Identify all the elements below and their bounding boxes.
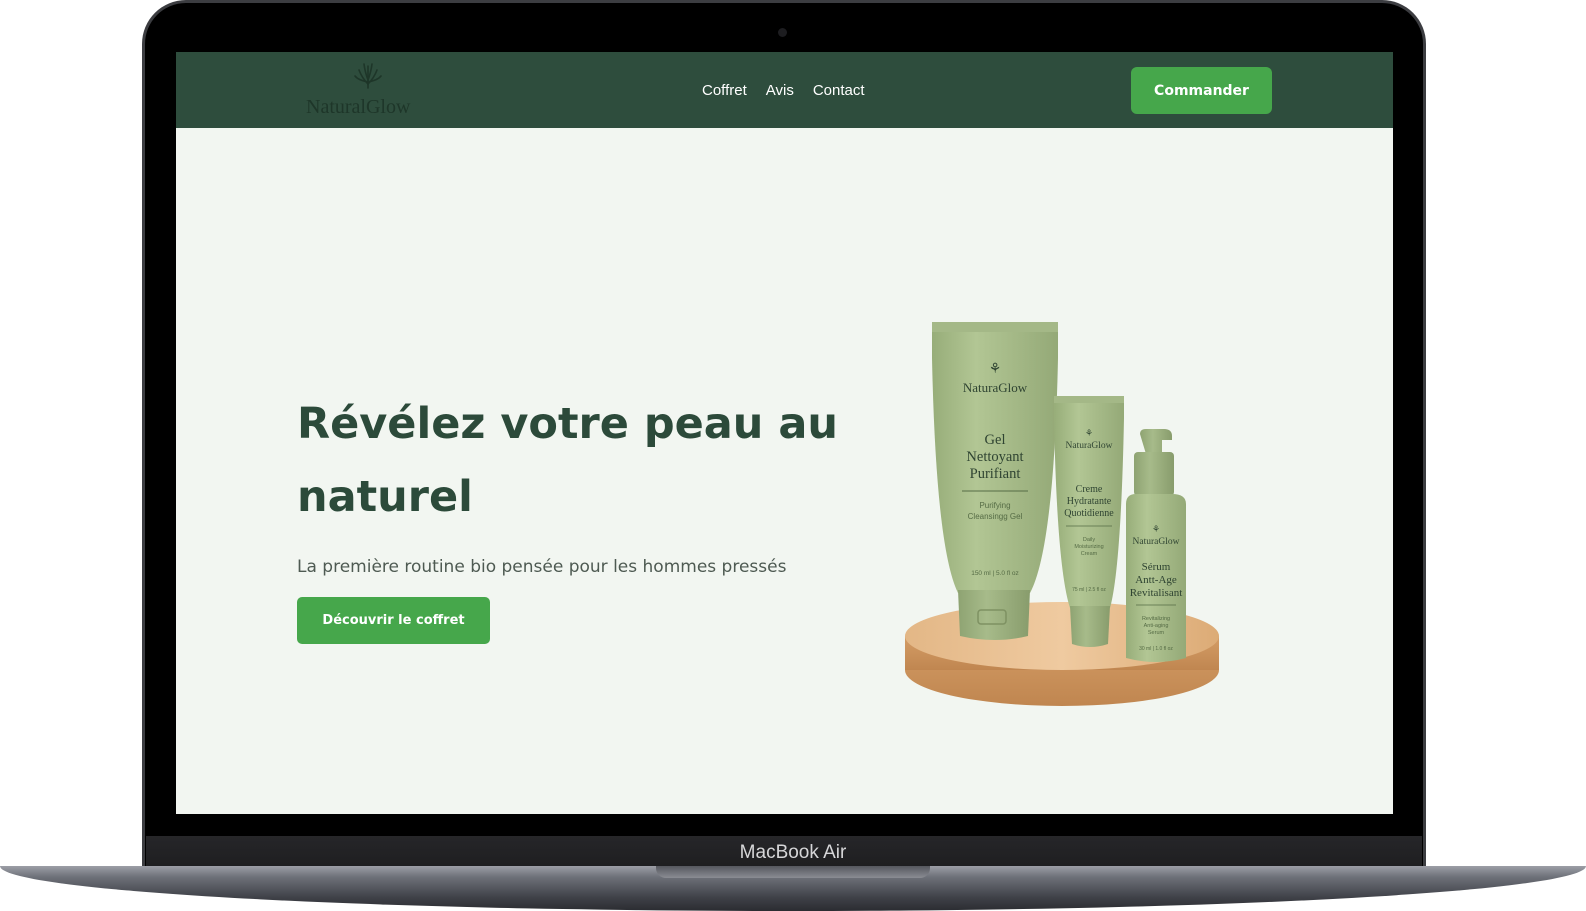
product-set-image: ⚘ NaturaGlow Gel Nettoyant Purifiant Pur… [905,322,1219,706]
nav-link-contact[interactable]: Contact [813,82,865,104]
svg-text:Revitalisant: Revitalisant [1130,587,1183,599]
svg-text:Sérum: Sérum [1142,561,1171,573]
svg-text:150 ml | 5.0 fl oz: 150 ml | 5.0 fl oz [971,570,1019,577]
svg-text:NaturaGlow: NaturaGlow [1066,441,1113,451]
svg-text:Daily: Daily [1083,537,1095,543]
discover-box-button[interactable]: Découvrir le coffret [297,597,490,644]
camera-icon [778,28,787,37]
hero-title: Révélez votre peau au naturel [297,399,839,522]
svg-text:⚘: ⚘ [1085,429,1093,439]
svg-text:Creme: Creme [1076,484,1103,495]
svg-text:Serum: Serum [1148,630,1165,636]
navbar: NaturalGlow Coffret Avis Contact Command… [176,52,1393,128]
svg-text:Revitalizing: Revitalizing [1142,616,1170,622]
svg-text:Anti-aging: Anti-aging [1144,623,1169,629]
svg-text:Purifiant: Purifiant [970,466,1021,482]
brand-name: NaturalGlow [306,96,411,118]
svg-text:Cleansingg Gel: Cleansingg Gel [968,512,1023,521]
leaf-icon [354,63,382,89]
svg-text:Gel: Gel [985,432,1006,448]
nav-link-avis[interactable]: Avis [766,82,794,104]
svg-text:30 ml | 1.0 fl oz: 30 ml | 1.0 fl oz [1139,646,1173,652]
svg-text:Moisturizing: Moisturizing [1074,544,1103,550]
svg-text:Antt-Age: Antt-Age [1135,574,1177,586]
svg-text:NaturaGlow: NaturaGlow [963,380,1028,395]
order-button[interactable]: Commander [1131,67,1272,114]
svg-text:Nettoyant: Nettoyant [966,449,1023,465]
svg-text:⚘: ⚘ [989,361,1002,377]
hero-subtitle: La première routine bio pensée pour les … [297,557,787,577]
svg-text:75 ml | 2.5 fl oz: 75 ml | 2.5 fl oz [1072,587,1106,593]
serum-pump-bottle: ⚘ NaturaGlow Sérum Antt-Age Revitalisant… [1126,429,1186,662]
svg-text:Quotidienne: Quotidienne [1064,508,1114,519]
svg-text:Cream: Cream [1081,551,1098,557]
svg-text:Purifying: Purifying [979,501,1010,510]
svg-text:Hydratante: Hydratante [1067,496,1112,507]
laptop-hinge-notch [656,866,930,878]
gel-nettoyant-tube: ⚘ NaturaGlow Gel Nettoyant Purifiant Pur… [932,322,1058,640]
website-screen: NaturalGlow Coffret Avis Contact Command… [176,52,1393,814]
svg-text:⚘: ⚘ [1152,525,1160,535]
nav-link-coffret[interactable]: Coffret [702,82,747,104]
laptop-model-label: MacBook Air [739,842,847,863]
svg-text:NaturaGlow: NaturaGlow [1133,537,1180,547]
main-nav: Coffret Avis Contact [702,82,865,104]
brand-logo[interactable]: NaturalGlow [306,58,436,118]
